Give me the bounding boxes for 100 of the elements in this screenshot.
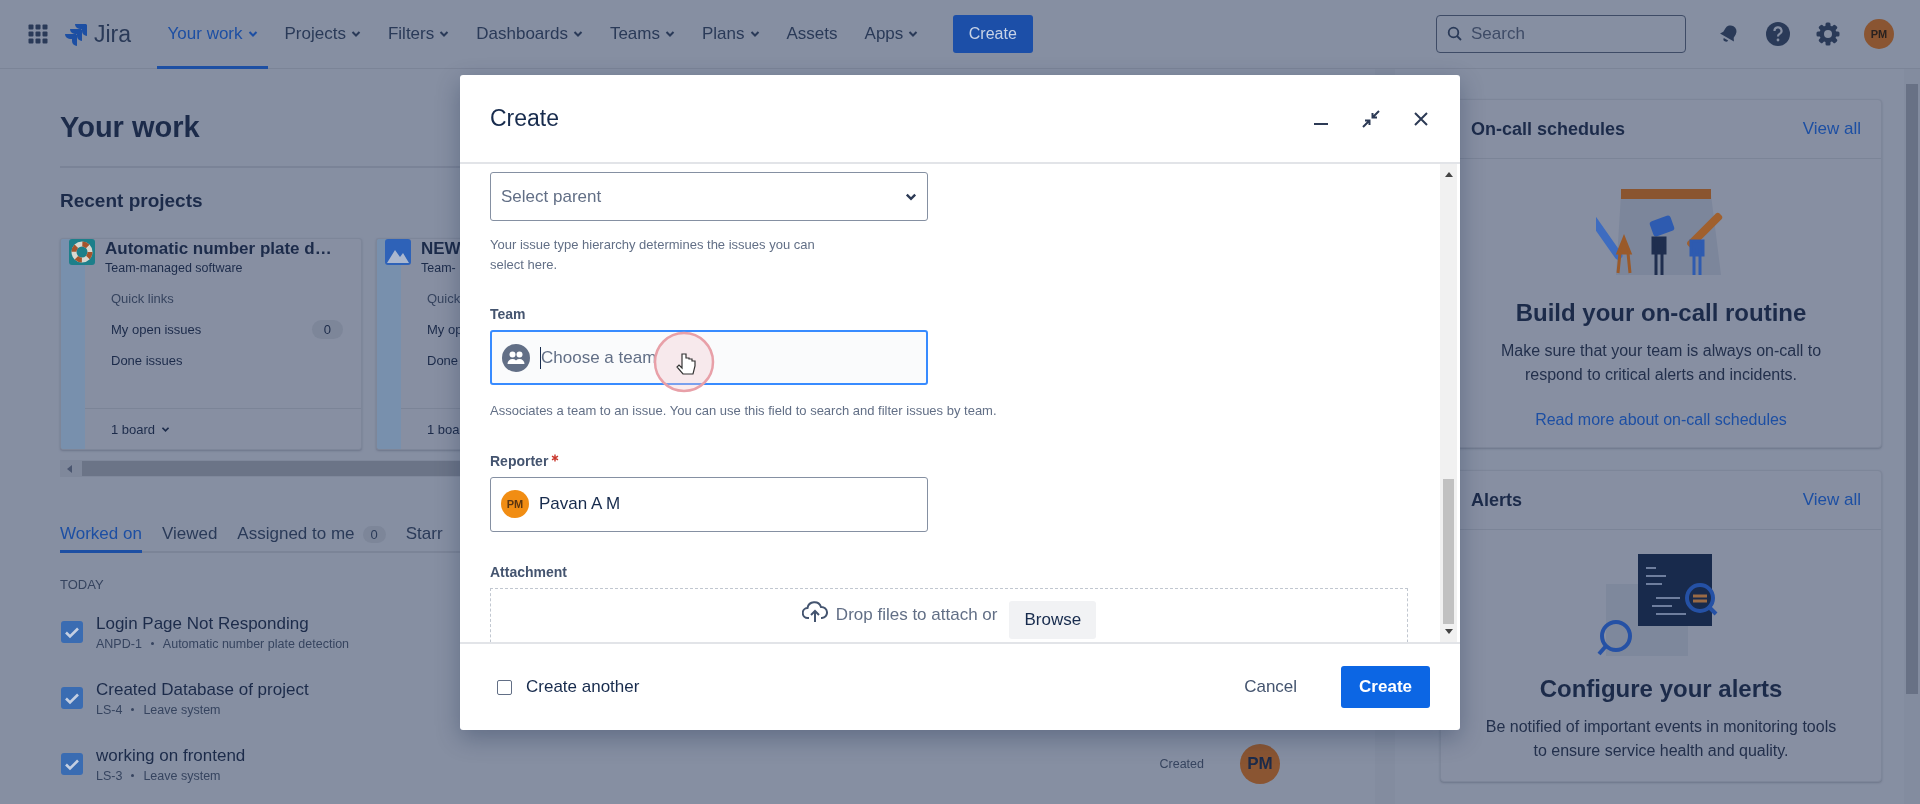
project-type: Team-managed software: [105, 261, 244, 275]
project-name[interactable]: Automatic number plate d…: [105, 239, 332, 259]
app-switcher-icon[interactable]: [28, 24, 48, 44]
search-field[interactable]: Search: [1436, 15, 1686, 53]
team-icon: [502, 343, 530, 372]
quick-links-label: Quick links: [111, 291, 175, 306]
tab[interactable]: Worked on: [60, 524, 142, 553]
scroll-thumb[interactable]: [1906, 84, 1918, 694]
scroll-up-icon[interactable]: [1443, 170, 1454, 178]
collapse-arrows-icon[interactable]: [1361, 108, 1381, 129]
issue-key: ANPD-1: [96, 636, 142, 651]
tab[interactable]: Starr: [405, 524, 443, 553]
field-label: Attachment: [490, 563, 567, 580]
section-title: Recent projects: [60, 190, 203, 212]
user-avatar: PM: [1240, 744, 1280, 784]
nav-menu-item[interactable]: Projects: [274, 0, 372, 69]
page-title: Your work: [60, 111, 200, 144]
issue-title[interactable]: working on frontend: [96, 745, 1148, 766]
create-button[interactable]: Create: [952, 15, 1033, 53]
browse-button[interactable]: Browse: [1009, 600, 1097, 639]
field-help-text: Associates a team to an issue. You can use this field to search and filter issues by team.: [490, 402, 998, 420]
issue-key: LS-3: [96, 768, 123, 783]
project-name[interactable]: NEW: [421, 239, 461, 259]
checkbox[interactable]: [497, 679, 512, 695]
create-button[interactable]: Create: [1341, 666, 1430, 708]
chevron-down-icon: [665, 30, 675, 38]
product-name[interactable]: Jira: [94, 20, 132, 48]
project-type: Team-: [421, 261, 457, 275]
mountain-icon: [385, 239, 411, 265]
quick-link[interactable]: Done issues: [111, 352, 183, 368]
scroll-thumb[interactable]: [1443, 479, 1454, 624]
user-avatar[interactable]: PM: [1864, 19, 1894, 49]
dropzone-text: Drop files to attach or: [835, 604, 998, 625]
nav-menu-item[interactable]: Your work: [157, 0, 269, 69]
scroll-thumb[interactable]: [82, 461, 460, 476]
cancel-button[interactable]: Cancel: [1230, 667, 1312, 707]
attachment-dropzone[interactable]: Drop files to attach or Browse: [490, 587, 1408, 642]
boards-dropdown[interactable]: 1 boa: [427, 421, 462, 437]
quick-links-label: Quick: [427, 291, 462, 306]
chevron-down-icon: [905, 191, 917, 202]
panel-description: Make sure that your team is always on-call to respond to critical alerts and incidents.: [1499, 341, 1823, 385]
panel-title: Alerts: [1471, 489, 1523, 511]
read-more-link[interactable]: Read more about on-call schedules: [1535, 411, 1787, 429]
tab[interactable]: Assigned to me 0: [237, 524, 386, 553]
dialog-title: Create: [490, 105, 561, 132]
quick-link[interactable]: Done: [427, 352, 459, 368]
scroll-down-icon[interactable]: [1443, 628, 1454, 636]
date-group-label: TODAY: [60, 577, 104, 592]
field-help-text: Your issue type hierarchy determines the issues you can select here.: [490, 236, 816, 274]
panel-description: Be notified of important events in monitoring tools to ensure service health and quality.: [1484, 717, 1838, 761]
tab[interactable]: Viewed: [161, 524, 218, 553]
task-icon: [60, 752, 84, 776]
nav-menu-item[interactable]: Teams: [599, 0, 686, 69]
issue-count: 0: [311, 319, 343, 339]
dialog-scrollbar[interactable]: [1440, 164, 1457, 642]
view-all-link[interactable]: View all: [1802, 119, 1861, 139]
activity-label: Created: [1159, 757, 1204, 771]
view-all-link[interactable]: View all: [1802, 490, 1861, 510]
chevron-down-icon: [439, 30, 450, 38]
chevron-down-icon: [247, 30, 258, 38]
chevron-down-icon: [350, 30, 361, 38]
team-field[interactable]: Choose a team: [490, 330, 928, 385]
field-label: Team: [490, 306, 526, 322]
boards-dropdown[interactable]: 1 board: [111, 421, 171, 437]
field-label: Reporter: [490, 452, 549, 469]
parent-select[interactable]: Select parent: [490, 172, 928, 221]
panel-heading: Configure your alerts: [1539, 675, 1783, 703]
separator-dot: [150, 642, 154, 645]
user-avatar: PM: [501, 490, 529, 518]
cloud-upload-icon: [801, 600, 828, 623]
jira-logo-icon[interactable]: [64, 22, 88, 46]
reporter-field[interactable]: PM Pavan A M: [490, 476, 928, 532]
separator-dot: [131, 774, 135, 777]
nav-menu-item[interactable]: Filters: [377, 0, 460, 69]
nav-menu-item[interactable]: Dashboards: [465, 0, 594, 69]
chevron-down-icon: [161, 425, 171, 433]
checkbox-label[interactable]: Create another: [526, 677, 640, 697]
project-name: Leave system: [143, 768, 221, 783]
scroll-left-icon[interactable]: [66, 463, 74, 474]
help-icon[interactable]: [1765, 21, 1791, 47]
project-card[interactable]: Automatic number plate d… Team-managed software Quick links My open issues 0 Done issues 1 board: [60, 238, 362, 450]
nav-menu-item[interactable]: Apps: [854, 0, 929, 69]
chevron-down-icon: [749, 30, 760, 38]
issue-key: LS-4: [96, 702, 123, 717]
nav-menu-item[interactable]: Plans: [691, 0, 770, 69]
quick-link[interactable]: My open issues: [111, 321, 202, 337]
horizontal-scrollbar[interactable]: [60, 460, 460, 477]
chevron-down-icon: [908, 30, 919, 38]
lifebuoy-icon: [69, 239, 95, 265]
settings-icon[interactable]: [1815, 21, 1841, 47]
close-icon[interactable]: [1412, 109, 1430, 128]
search-icon: [1447, 26, 1463, 42]
panel-heading: Build your on-call routine: [1515, 299, 1807, 327]
project-name: Leave system: [143, 702, 221, 717]
separator-dot: [131, 708, 135, 711]
task-icon: [60, 686, 84, 710]
panel-title: On-call schedules: [1471, 118, 1626, 140]
nav-menu-item[interactable]: Assets: [776, 0, 849, 69]
chevron-down-icon: [572, 30, 583, 38]
task-icon: [60, 620, 84, 644]
